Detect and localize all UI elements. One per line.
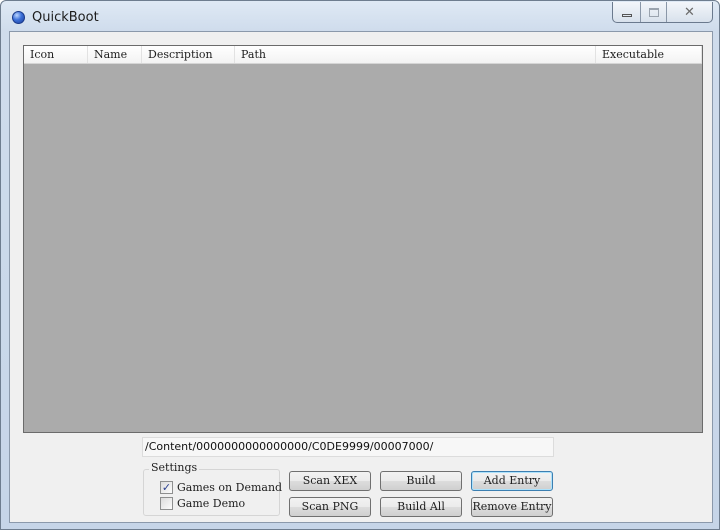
window-title: QuickBoot (32, 10, 99, 25)
scan-xex-button[interactable]: Scan XEX (289, 471, 371, 491)
remove-entry-button[interactable]: Remove Entry (471, 497, 553, 517)
column-header-path[interactable]: Path (235, 46, 596, 63)
title-bar[interactable]: QuickBoot ✕ (1, 1, 719, 31)
games-on-demand-option[interactable]: ✓ Games on Demand (160, 480, 282, 494)
check-icon: ✓ (161, 480, 172, 494)
games-on-demand-label: Games on Demand (177, 480, 283, 494)
column-header-icon[interactable]: Icon (24, 46, 88, 63)
column-header-name[interactable]: Name (88, 46, 142, 63)
game-demo-checkbox[interactable] (160, 496, 173, 510)
path-field[interactable]: /Content/0000000000000000/C0DE9999/00007… (142, 437, 554, 457)
add-entry-button[interactable]: Add Entry (471, 471, 553, 491)
game-demo-label: Game Demo (177, 496, 246, 510)
column-header-description[interactable]: Description (142, 46, 235, 63)
game-demo-option[interactable]: Game Demo (160, 496, 245, 510)
close-button[interactable]: ✕ (666, 2, 712, 22)
scan-png-button[interactable]: Scan PNG (289, 497, 371, 517)
maximize-icon (648, 7, 659, 17)
build-all-button[interactable]: Build All (380, 497, 462, 517)
settings-group: Settings ✓ Games on Demand Game Demo (143, 461, 282, 516)
build-button[interactable]: Build (380, 471, 462, 491)
column-header-executable[interactable]: Executable (596, 46, 702, 63)
games-on-demand-checkbox[interactable]: ✓ (160, 480, 173, 494)
minimize-icon (621, 14, 632, 17)
settings-group-label: Settings (149, 461, 200, 474)
minimize-button[interactable] (613, 2, 640, 22)
list-body[interactable] (24, 64, 702, 432)
caption-buttons: ✕ (612, 2, 713, 23)
entries-list[interactable]: Icon Name Description Path Executable (23, 45, 703, 433)
maximize-button (640, 2, 666, 22)
client-area: Icon Name Description Path Executable /C… (9, 31, 713, 523)
app-icon (12, 11, 25, 24)
list-header: Icon Name Description Path Executable (24, 46, 702, 64)
main-window: QuickBoot ✕ Icon Name Description Path E… (0, 0, 720, 530)
close-icon: ✕ (684, 4, 695, 20)
